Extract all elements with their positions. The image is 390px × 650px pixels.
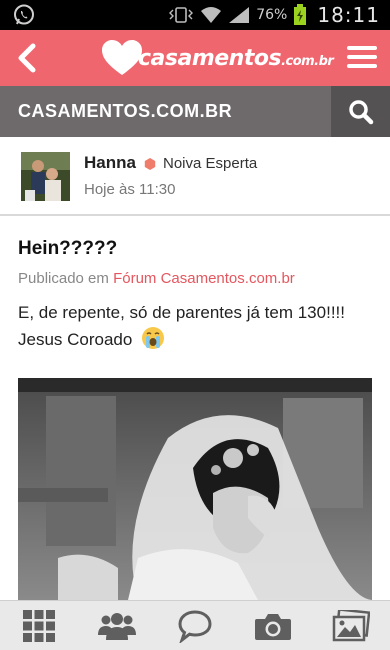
bottom-nav [0,600,390,650]
post-image[interactable] [18,378,372,600]
post-body-line-2: Jesus Coroado [18,326,370,353]
grid-icon [23,609,55,642]
community-icon [98,612,136,640]
post-timestamp: Hoje às 11:30 [84,181,176,198]
forum-link[interactable]: Fórum Casamentos.com.br [113,270,295,287]
battery-percent: 76% [256,7,288,23]
hamburger-menu-icon [347,64,377,68]
photos-icon [332,609,370,641]
avatar[interactable] [21,152,70,201]
post-title: Hein????? [18,238,118,259]
nav-chat[interactable] [169,603,221,649]
status-bar: 76% 18:11 [0,0,390,30]
published-prefix: Publicado em [18,270,109,287]
brand-name: casamentos.com.br [138,45,334,71]
vibrate-icon [169,7,194,23]
signal-icon [229,7,250,23]
bride-photo [18,378,372,600]
brand-suffix: .com.br [281,53,334,69]
back-arrow-icon [18,43,36,73]
crying-emoji-icon [142,327,165,349]
nav-photos[interactable] [325,603,377,649]
chat-icon [178,609,212,643]
nav-grid[interactable] [13,603,65,649]
app-header: casamentos.com.br [0,30,390,86]
post-body-line: E, de repente, só de parentes já tem 130… [18,303,345,322]
whatsapp-icon [14,4,34,25]
clock: 18:11 [317,3,380,27]
section-title[interactable]: CASAMENTOS.COM.BR [18,86,232,137]
author-badge: Noiva Esperta [163,155,258,172]
hamburger-menu-icon [347,46,377,50]
post-body-text: Jesus Coroado [18,330,133,349]
brand-wordmark: casamentos [138,45,282,71]
post-meta: Publicado em Fórum Casamentos.com.br [18,270,295,287]
brand-logo[interactable]: casamentos.com.br [100,38,334,78]
back-button[interactable] [6,38,46,78]
nav-community[interactable] [91,603,143,649]
nav-camera[interactable] [247,603,299,649]
hamburger-menu-button[interactable] [344,40,380,76]
hamburger-menu-icon [347,55,377,59]
battery-icon [294,4,307,25]
avatar-photo [21,152,70,201]
post-body: E, de repente, só de parentes já tem 130… [18,300,370,353]
post-author: Hanna Noiva Esperta Hoje às 11:30 [0,137,390,216]
badge-hexagon-icon [144,158,156,170]
wifi-icon [201,7,222,23]
section-bar: CASAMENTOS.COM.BR [0,86,390,137]
search-button[interactable] [331,86,390,137]
camera-icon [255,613,291,640]
author-name[interactable]: Hanna [84,153,136,173]
search-icon [348,99,373,124]
